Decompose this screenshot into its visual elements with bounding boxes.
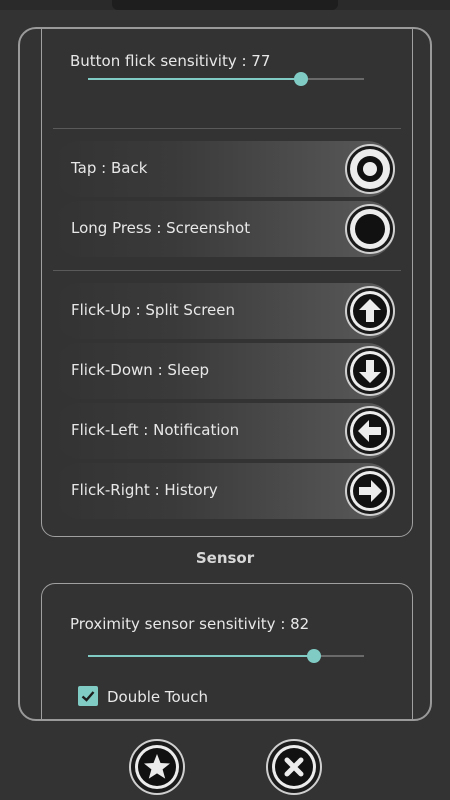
button-actions-panel: Button flick sensitivity : 77 Tap : Back… <box>41 29 413 537</box>
action-label: Flick-Left : Notification <box>71 421 240 439</box>
slider-thumb[interactable] <box>307 649 322 663</box>
action-label: Flick-Right : History <box>71 481 218 499</box>
check-icon <box>81 691 95 702</box>
action-label: Flick-Down : Sleep <box>71 361 210 379</box>
star-icon <box>135 745 179 789</box>
proximity-sensitivity-label: Proximity sensor sensitivity : 82 <box>70 615 310 633</box>
action-row-flick-right[interactable]: Flick-Right : History <box>53 463 395 519</box>
slider-fill <box>88 655 315 657</box>
flick-left-action-button[interactable] <box>345 406 395 456</box>
double-touch-label: Double Touch <box>107 688 208 706</box>
long-press-action-button[interactable] <box>345 204 395 254</box>
tap-action-button[interactable] <box>345 144 395 194</box>
slider-fill <box>88 78 301 80</box>
flick-right-action-button[interactable] <box>345 466 395 516</box>
arrow-down-icon <box>350 351 390 391</box>
action-label: Tap : Back <box>71 159 148 177</box>
close-button[interactable] <box>266 739 322 795</box>
action-row-flick-down[interactable]: Flick-Down : Sleep <box>53 343 395 399</box>
flick-sensitivity-slider[interactable] <box>88 70 364 88</box>
arrow-up-icon <box>350 291 390 331</box>
double-touch-checkbox[interactable] <box>78 686 98 706</box>
action-label: Long Press : Screenshot <box>71 219 251 237</box>
action-label: Flick-Up : Split Screen <box>71 301 235 319</box>
divider <box>53 270 401 271</box>
action-row-flick-left[interactable]: Flick-Left : Notification <box>53 403 395 459</box>
action-row-long-press[interactable]: Long Press : Screenshot <box>53 201 395 257</box>
arrow-left-icon <box>350 411 390 451</box>
status-bar <box>0 0 450 10</box>
settings-dialog[interactable]: Button flick sensitivity : 77 Tap : Back… <box>18 27 432 721</box>
sensor-section-title: Sensor <box>195 549 255 567</box>
action-row-tap[interactable]: Tap : Back <box>53 141 395 197</box>
divider <box>53 128 401 129</box>
filled-circle-icon <box>350 209 390 249</box>
close-icon <box>272 745 316 789</box>
flick-down-action-button[interactable] <box>345 346 395 396</box>
ring-dot-icon <box>350 149 390 189</box>
proximity-sensitivity-slider[interactable] <box>88 647 364 665</box>
slider-thumb[interactable] <box>293 72 308 86</box>
status-bar-notch <box>112 0 338 10</box>
sensor-panel: Proximity sensor sensitivity : 82 Double… <box>41 583 413 719</box>
favorite-button[interactable] <box>129 739 185 795</box>
flick-up-action-button[interactable] <box>345 286 395 336</box>
arrow-right-icon <box>350 471 390 511</box>
action-row-flick-up[interactable]: Flick-Up : Split Screen <box>53 283 395 339</box>
flick-sensitivity-label: Button flick sensitivity : 77 <box>70 52 271 70</box>
